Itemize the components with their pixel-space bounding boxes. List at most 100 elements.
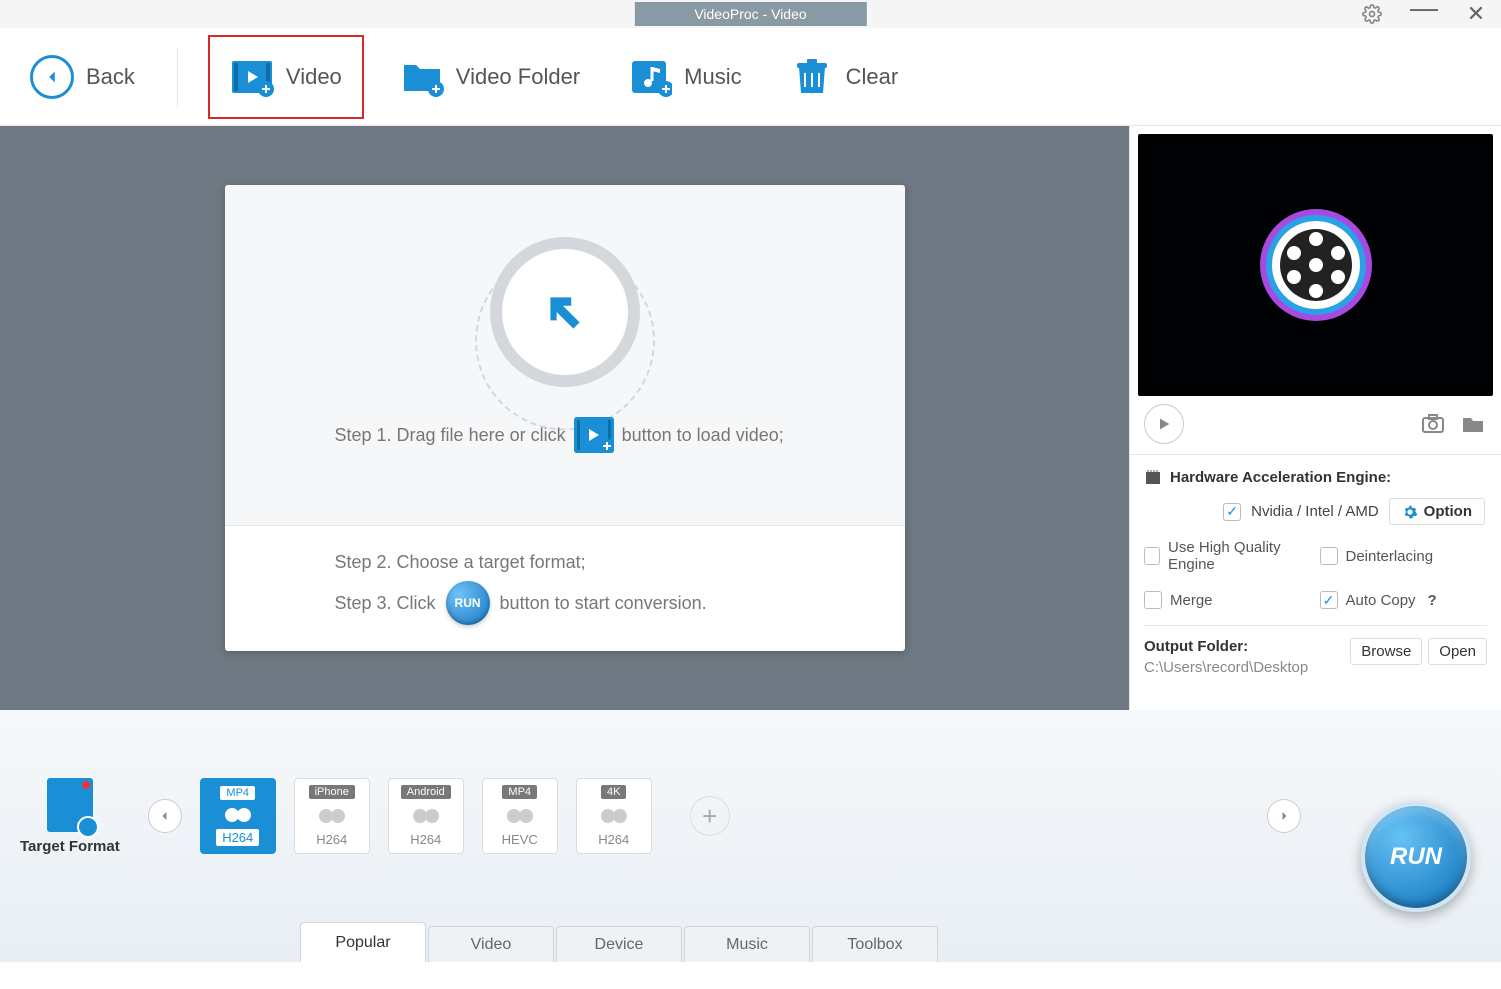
open-button[interactable]: Open <box>1428 638 1487 665</box>
target-format-label: Target Format <box>20 838 120 855</box>
format-card[interactable]: MP4 H264 <box>200 778 276 854</box>
format-card[interactable]: Android H264 <box>388 778 464 854</box>
clear-button[interactable]: Clear <box>778 49 911 105</box>
back-label: Back <box>86 64 135 90</box>
format-bot: H264 <box>216 829 259 846</box>
canvas-area[interactable]: Step 1. Drag file here or click button t… <box>0 126 1129 710</box>
steps-bottom: Step 2. Choose a target format; Step 3. … <box>225 525 905 651</box>
video-label: Video <box>286 64 342 90</box>
tab-music[interactable]: Music <box>684 926 810 962</box>
deinterlace-label: Deinterlacing <box>1346 548 1434 565</box>
mini-video-icon <box>574 417 614 453</box>
format-top: iPhone <box>309 785 355 799</box>
hw-option-button[interactable]: Option <box>1389 498 1485 525</box>
target-format-icon <box>47 778 93 832</box>
merge-label: Merge <box>1170 592 1213 609</box>
gear-icon[interactable] <box>1361 3 1383 25</box>
gpu-text: Nvidia / Intel / AMD <box>1251 503 1379 520</box>
hw-row: ✓ Nvidia / Intel / AMD Option <box>1144 498 1487 525</box>
play-button[interactable] <box>1144 404 1184 444</box>
hw-title-text: Hardware Acceleration Engine: <box>1170 469 1391 486</box>
open-folder-icon[interactable] <box>1459 412 1487 436</box>
reel-icon <box>600 806 628 826</box>
formats-next-button[interactable] <box>1267 799 1301 833</box>
app-logo-icon <box>1246 195 1386 335</box>
right-panel: Hardware Acceleration Engine: ✓ Nvidia /… <box>1129 126 1501 710</box>
browse-button[interactable]: Browse <box>1350 638 1422 665</box>
drop-card: Step 1. Drag file here or click button t… <box>225 185 905 651</box>
back-button[interactable]: Back <box>18 47 147 107</box>
tab-popular[interactable]: Popular <box>300 922 426 962</box>
add-music-button[interactable]: Music <box>616 49 753 105</box>
toolbar: Back Video Video Folder Music Clear <box>0 28 1501 126</box>
format-bot: H264 <box>598 832 629 847</box>
format-top: Android <box>401 785 451 799</box>
window-controls: — ✕ <box>1361 3 1487 25</box>
drop-circle <box>490 237 640 387</box>
step1-text-b: button to load video; <box>622 425 784 446</box>
window-title: VideoProc - Video <box>634 2 866 26</box>
output-path: C:\Users\record\Desktop <box>1144 659 1344 676</box>
minimize-icon[interactable]: — <box>1413 0 1435 19</box>
format-card[interactable]: MP4 HEVC <box>482 778 558 854</box>
run-mini-icon: RUN <box>446 581 490 625</box>
autocopy-help-icon[interactable]: ? <box>1428 592 1437 609</box>
step3-text-a: Step 3. Click <box>335 593 436 614</box>
output-row: Output Folder: C:\Users\record\Desktop B… <box>1144 625 1487 676</box>
music-label: Music <box>684 64 741 90</box>
target-format[interactable]: Target Format <box>20 778 120 855</box>
format-tabs: PopularVideoDeviceMusicToolbox <box>0 922 1501 962</box>
main-area: Step 1. Drag file here or click button t… <box>0 126 1501 710</box>
reel-icon <box>318 806 346 826</box>
format-card[interactable]: 4K H264 <box>576 778 652 854</box>
format-top: MP4 <box>502 785 537 799</box>
format-top: 4K <box>601 785 626 799</box>
format-bot: H264 <box>316 832 347 847</box>
run-button[interactable]: RUN <box>1361 802 1471 912</box>
drop-zone[interactable]: Step 1. Drag file here or click button t… <box>225 185 905 525</box>
hw-option-label: Option <box>1424 503 1472 520</box>
format-top: MP4 <box>220 786 255 800</box>
step3-text-b: button to start conversion. <box>500 593 707 614</box>
preview-controls <box>1130 404 1501 454</box>
format-bar: Target Format MP4 H264iPhone H264Android… <box>0 710 1501 922</box>
reel-icon <box>506 806 534 826</box>
tab-toolbox[interactable]: Toolbox <box>812 926 938 962</box>
autocopy-label: Auto Copy <box>1346 592 1416 609</box>
gpu-checkbox[interactable]: ✓ <box>1223 503 1241 521</box>
hardware-accel-panel: Hardware Acceleration Engine: ✓ Nvidia /… <box>1130 454 1501 690</box>
titlebar: VideoProc - Video — ✕ <box>0 0 1501 28</box>
format-card[interactable]: iPhone H264 <box>294 778 370 854</box>
autocopy-checkbox[interactable]: ✓ <box>1320 591 1338 609</box>
formats-prev-button[interactable] <box>148 799 182 833</box>
music-icon <box>628 57 672 97</box>
close-icon[interactable]: ✕ <box>1465 3 1487 25</box>
bottom-area: Target Format MP4 H264iPhone H264Android… <box>0 710 1501 962</box>
reel-icon <box>224 805 252 825</box>
reel-icon <box>412 806 440 826</box>
arrow-up-left-icon <box>540 287 590 337</box>
video-folder-label: Video Folder <box>456 64 580 90</box>
add-video-button[interactable]: Video <box>208 35 364 119</box>
hq-checkbox[interactable] <box>1144 547 1160 565</box>
tab-device[interactable]: Device <box>556 926 682 962</box>
format-bot: H264 <box>410 832 441 847</box>
tab-video[interactable]: Video <box>428 926 554 962</box>
preview-area <box>1138 134 1493 396</box>
merge-checkbox[interactable] <box>1144 591 1162 609</box>
step2-text: Step 2. Choose a target format; <box>335 552 586 573</box>
snapshot-icon[interactable] <box>1419 412 1447 436</box>
options-grid: Use High Quality Engine Deinterlacing Me… <box>1144 539 1487 609</box>
gear-icon <box>1402 504 1418 520</box>
add-video-folder-button[interactable]: Video Folder <box>388 49 592 105</box>
format-bot: HEVC <box>502 832 538 847</box>
chip-icon <box>1144 470 1162 486</box>
run-mini-label: RUN <box>455 596 481 610</box>
run-label: RUN <box>1390 843 1442 871</box>
add-format-button[interactable]: + <box>690 796 730 836</box>
clear-label: Clear <box>846 64 899 90</box>
deinterlace-checkbox[interactable] <box>1320 547 1338 565</box>
hw-title: Hardware Acceleration Engine: <box>1144 469 1487 486</box>
folder-icon <box>400 57 444 97</box>
hq-label: Use High Quality Engine <box>1168 539 1311 573</box>
